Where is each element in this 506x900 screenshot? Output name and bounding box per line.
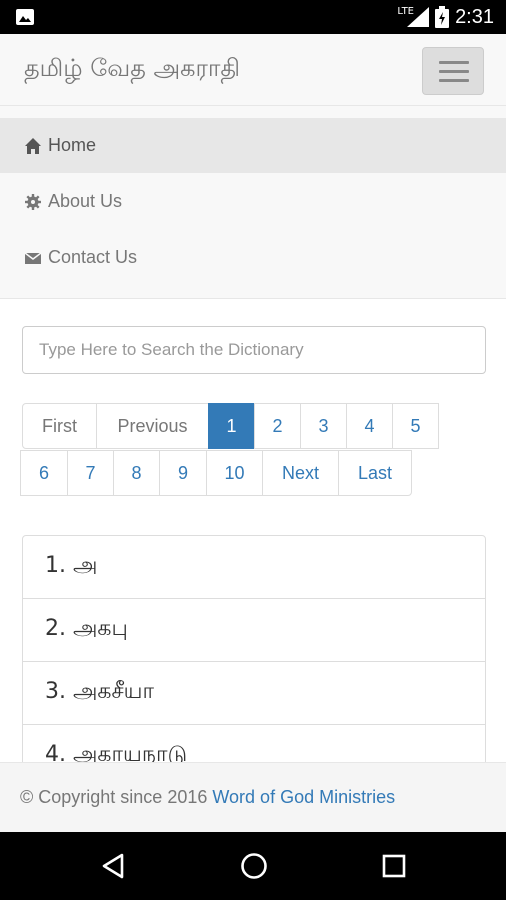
home-icon [25, 137, 41, 154]
site-title[interactable]: தமிழ் வேத அகராதி [24, 54, 240, 85]
search-input[interactable] [22, 326, 486, 374]
menu-item-about[interactable]: About Us [0, 174, 506, 229]
page-6-button[interactable]: 6 [20, 450, 68, 496]
page-next-button[interactable]: Next [262, 450, 339, 496]
page-3-button[interactable]: 3 [300, 403, 347, 449]
page-4-button[interactable]: 4 [346, 403, 393, 449]
hamburger-bar [439, 79, 469, 82]
page-8-button[interactable]: 8 [113, 450, 160, 496]
page-last-button[interactable]: Last [338, 450, 412, 496]
menu-toggle-button[interactable] [422, 47, 484, 95]
menu-item-home[interactable]: Home [0, 118, 506, 173]
image-icon [16, 9, 34, 25]
menu-item-contact[interactable]: Contact Us [0, 230, 506, 285]
list-item[interactable]: 1. அ [23, 536, 485, 599]
recents-icon[interactable] [382, 854, 406, 878]
page-9-button[interactable]: 9 [159, 450, 207, 496]
page-first-button[interactable]: First [22, 403, 97, 449]
footer: © Copyright since 2016 Word of God Minis… [0, 762, 506, 832]
envelope-icon [24, 251, 42, 264]
list-item[interactable]: 3. அகசீயா [23, 662, 485, 725]
page-2-button[interactable]: 2 [254, 403, 301, 449]
signal-icon [407, 7, 430, 27]
page-5-button[interactable]: 5 [392, 403, 439, 449]
menu-item-label: Contact Us [48, 247, 138, 267]
hamburger-bar [439, 70, 469, 73]
page-7-button[interactable]: 7 [67, 450, 114, 496]
status-bar: LTE 2:31 [0, 0, 506, 34]
page-10-button[interactable]: 10 [206, 450, 263, 496]
hamburger-icon [439, 61, 469, 64]
battery-icon [435, 6, 450, 28]
copyright-text: © Copyright since 2016 [20, 787, 208, 807]
navbar: தமிழ் வேத அகராதி [0, 34, 506, 106]
clock: 2:31 [455, 5, 494, 28]
nav-menu: Home About Us Contact Us [0, 106, 506, 299]
home-circle-icon[interactable] [240, 852, 268, 880]
page-1-button[interactable]: 1 [208, 403, 255, 449]
gear-icon [25, 193, 41, 210]
page-previous-button[interactable]: Previous [96, 403, 209, 449]
list-item[interactable]: 2. அகபு [23, 599, 485, 662]
word-list: 1. அ 2. அகபு 3. அகசீயா 4. அகாயநாடு [22, 535, 486, 775]
ministry-link[interactable]: Word of God Ministries [212, 787, 395, 808]
menu-item-label: About Us [48, 191, 123, 211]
menu-item-label: Home [48, 135, 97, 155]
system-nav-bar [0, 832, 506, 900]
back-icon[interactable] [101, 853, 125, 879]
